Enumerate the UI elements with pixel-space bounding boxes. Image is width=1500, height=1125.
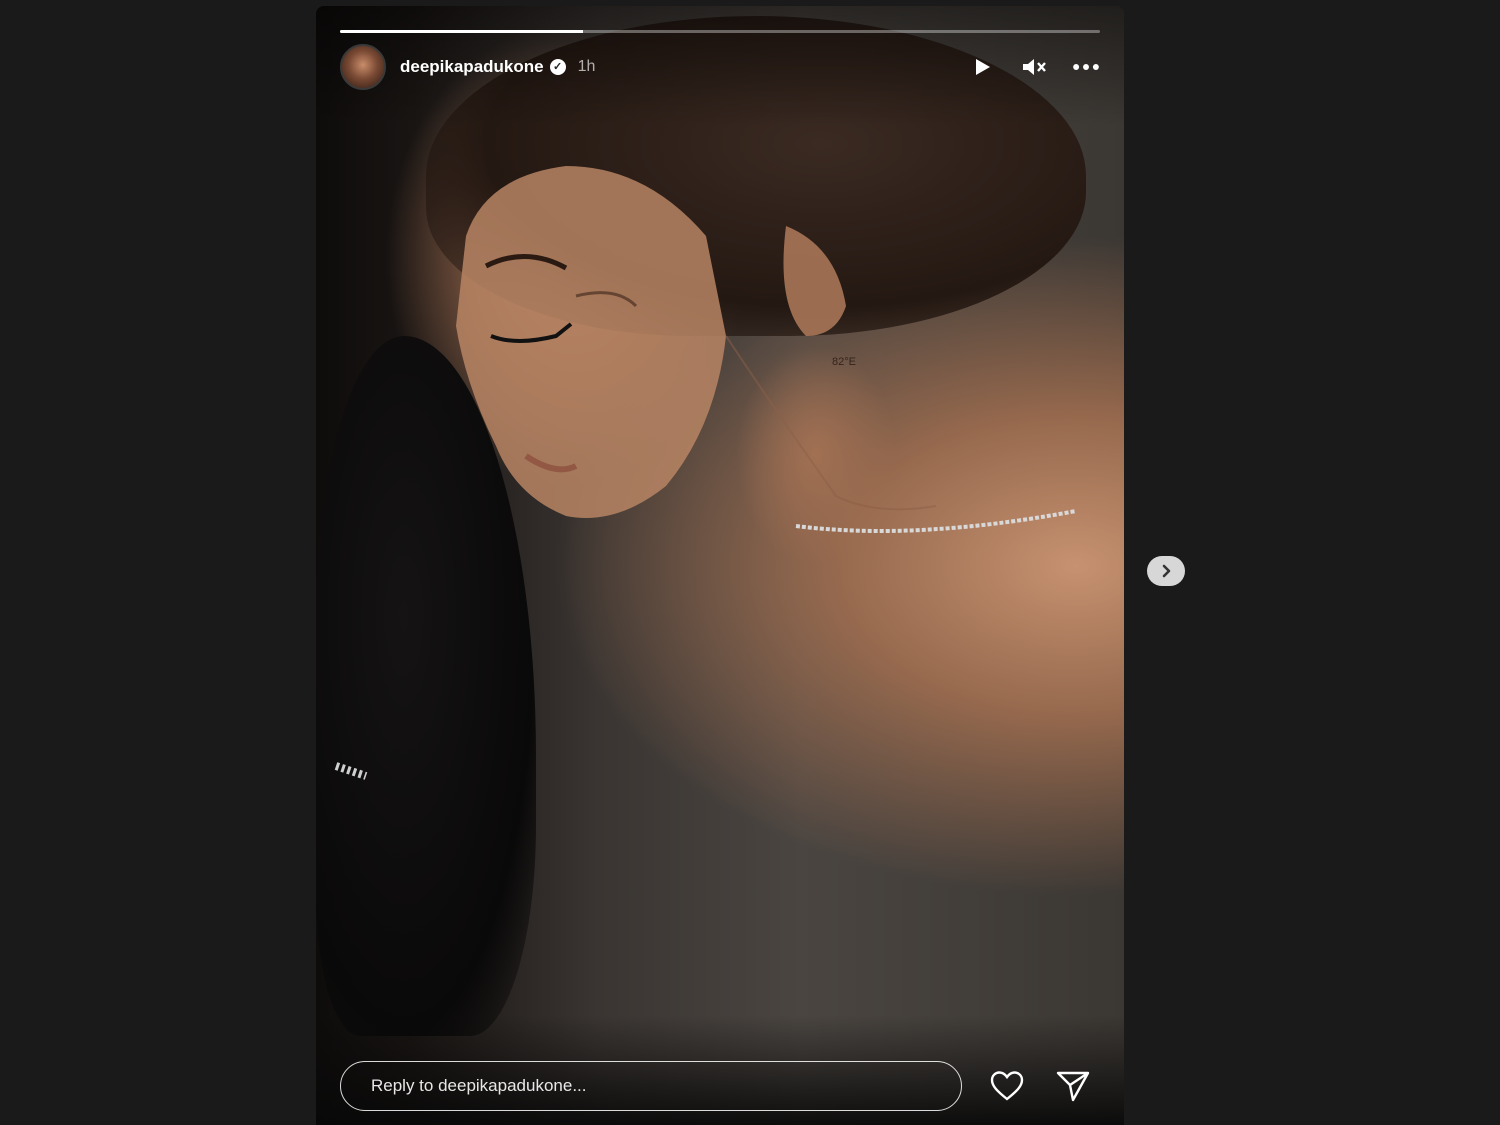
post-time: 1h bbox=[577, 58, 596, 75]
play-button[interactable] bbox=[968, 53, 996, 81]
story-controls bbox=[968, 53, 1100, 81]
story-photo-illustration bbox=[334, 166, 1077, 780]
reply-actions bbox=[988, 1069, 1092, 1103]
progress-fill bbox=[340, 30, 584, 33]
volume-muted-icon bbox=[1023, 59, 1046, 75]
username-link[interactable]: deepikapadukone bbox=[400, 57, 544, 77]
play-icon bbox=[976, 59, 990, 75]
story-header: deepikapadukone ✓ 1h bbox=[340, 44, 1100, 90]
story-progress-bar bbox=[340, 30, 1100, 33]
story-viewer: 82°E deepikapadukone ✓ 1h bbox=[0, 0, 1500, 1125]
more-options-button[interactable] bbox=[1072, 53, 1100, 81]
more-options-icon bbox=[1073, 64, 1099, 70]
story-media[interactable]: 82°E deepikapadukone ✓ 1h bbox=[316, 6, 1124, 1125]
reply-input[interactable] bbox=[340, 1061, 962, 1111]
profile-avatar[interactable] bbox=[340, 44, 386, 90]
mute-button[interactable] bbox=[1020, 53, 1048, 81]
reply-bar bbox=[340, 1059, 1100, 1113]
like-button[interactable] bbox=[988, 1069, 1026, 1103]
next-story-button[interactable] bbox=[1147, 556, 1185, 586]
send-icon bbox=[1056, 1071, 1090, 1102]
chevron-right-icon bbox=[1162, 564, 1171, 578]
progress-segment bbox=[340, 30, 1100, 33]
heart-icon bbox=[990, 1071, 1024, 1101]
share-button[interactable] bbox=[1054, 1069, 1092, 1103]
verified-badge-icon: ✓ bbox=[549, 59, 566, 75]
tattoo-label: 82°E bbox=[832, 356, 856, 368]
